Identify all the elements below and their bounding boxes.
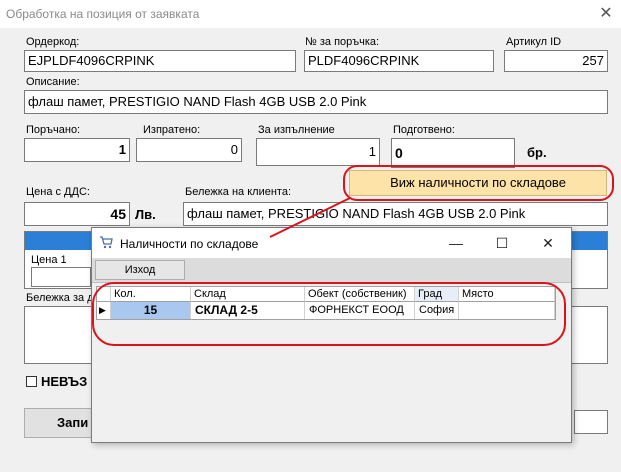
connector-line: [269, 197, 351, 238]
